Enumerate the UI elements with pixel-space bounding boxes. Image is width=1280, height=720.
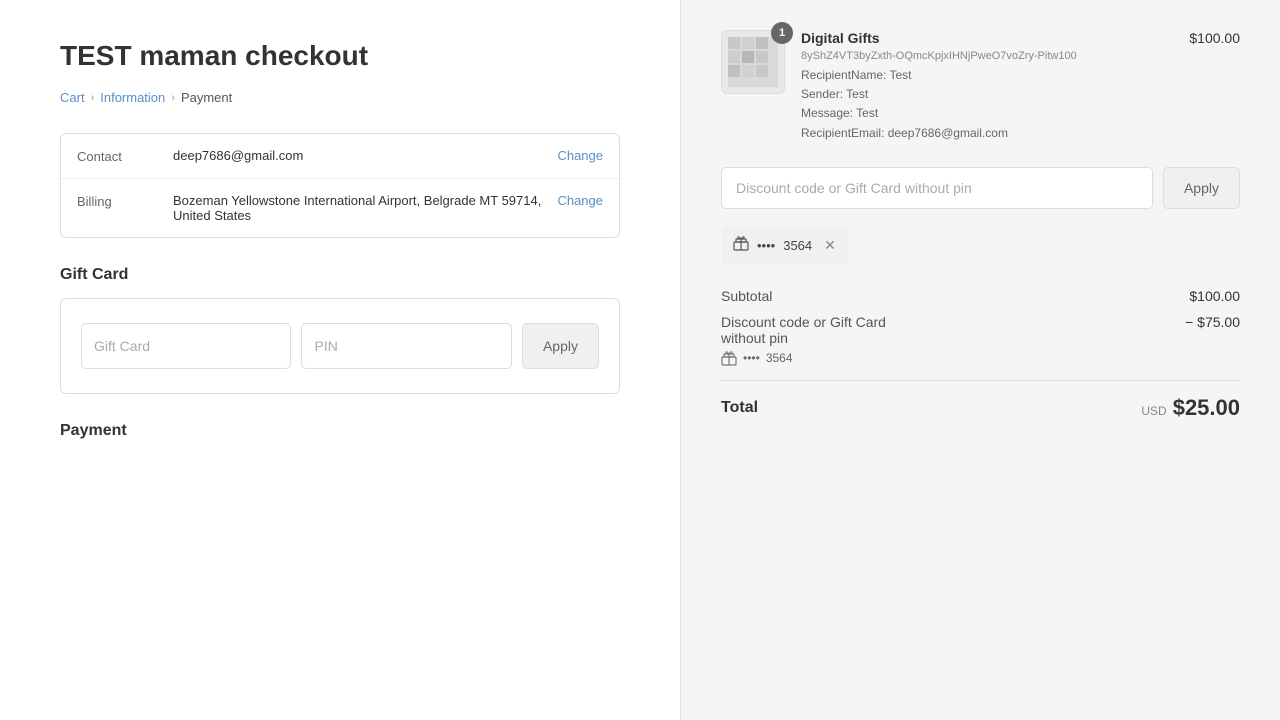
product-info: Digital Gifts 8yShZ4VT3byZxth-OQmcKpjxIH… [801,30,1173,143]
breadcrumb: Cart › Information › Payment [60,90,620,105]
discount-sub-label: without pin [721,330,1185,346]
contact-row: Contact deep7686@gmail.com Change [61,134,619,179]
grand-total-row: Total USD $25.00 [721,380,1240,421]
discount-tag-dots: •••• [743,351,760,365]
applied-gift-tag: •••• 3564 ✕ [721,227,848,264]
breadcrumb-sep-1: › [91,92,95,104]
discount-main-label: Discount code or Gift Card [721,314,886,330]
remove-applied-tag-button[interactable]: ✕ [824,238,836,252]
gift-card-inputs: Apply [81,323,599,369]
product-badge: 1 [771,22,793,44]
product-name: Digital Gifts [801,30,1173,46]
subtotal-value: $100.00 [1189,288,1240,304]
breadcrumb-payment: Payment [181,90,232,105]
discount-total-row: Discount code or Gift Card without pin •… [721,314,1240,366]
product-message: Message: Test [801,104,1173,123]
product-item: 1 Digital Gifts 8yShZ4VT3byZxth-OQmcKpjx… [721,30,1240,143]
product-sender: Sender: Test [801,85,1173,104]
discount-row: Apply [721,167,1240,209]
breadcrumb-cart[interactable]: Cart [60,90,85,105]
discount-tag-small: •••• 3564 [721,350,1185,366]
grand-total-amount: $25.00 [1173,395,1240,421]
gift-tag-icon [733,235,749,256]
grand-total-label: Total [721,399,758,417]
pin-input[interactable] [301,323,511,369]
applied-tag-dots: •••• [757,238,775,253]
gift-card-input[interactable] [81,323,291,369]
discount-input[interactable] [721,167,1153,209]
product-recipient-email: RecipientEmail: deep7686@gmail.com [801,124,1173,143]
contact-value: deep7686@gmail.com [173,148,541,163]
subtotal-row: Subtotal $100.00 [721,288,1240,304]
contact-change[interactable]: Change [557,148,603,163]
right-panel: 1 Digital Gifts 8yShZ4VT3byZxth-OQmcKpjx… [680,0,1280,720]
gift-card-apply-button[interactable]: Apply [522,323,599,369]
product-img-wrapper: 1 [721,30,785,94]
payment-section-title: Payment [60,422,620,440]
breadcrumb-information[interactable]: Information [100,90,165,105]
gift-card-section-title: Gift Card [60,266,620,284]
billing-change[interactable]: Change [557,193,603,208]
grand-total-value: USD $25.00 [1141,395,1240,421]
subtotal-label: Subtotal [721,288,1189,304]
contact-label: Contact [77,148,157,164]
grand-total-currency: USD [1141,404,1166,418]
discount-apply-button[interactable]: Apply [1163,167,1240,209]
product-sku: 8yShZ4VT3byZxth-OQmcKpjxIHNjPweO7voZry-P… [801,50,1173,62]
totals: Subtotal $100.00 Discount code or Gift C… [721,288,1240,421]
billing-label: Billing [77,193,157,209]
billing-row: Billing Bozeman Yellowstone Internationa… [61,179,619,237]
left-panel: TEST maman checkout Cart › Information ›… [0,0,680,720]
applied-tag-last4: 3564 [783,238,812,253]
discount-value: − $75.00 [1185,314,1240,330]
breadcrumb-sep-2: › [171,92,175,104]
info-card: Contact deep7686@gmail.com Change Billin… [60,133,620,238]
billing-value: Bozeman Yellowstone International Airpor… [173,193,541,223]
discount-label-block: Discount code or Gift Card without pin •… [721,314,1185,366]
gift-card-box: Apply [60,298,620,394]
discount-tag-last4: 3564 [766,351,793,365]
page-title: TEST maman checkout [60,40,620,72]
product-recipient: RecipientName: Test [801,66,1173,85]
product-price: $100.00 [1189,30,1240,46]
